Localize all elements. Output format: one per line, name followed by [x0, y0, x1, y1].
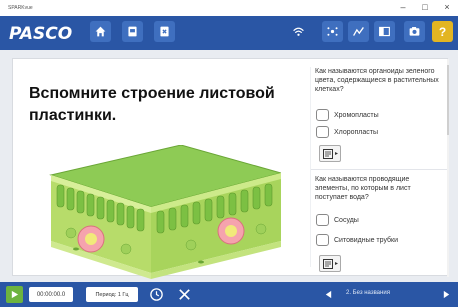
sensor-icon: [327, 27, 338, 36]
tools-button[interactable]: [348, 21, 369, 42]
tools-settings-button[interactable]: [177, 287, 192, 302]
scrollbar-thumb[interactable]: [447, 65, 449, 135]
layout-icon: [379, 26, 390, 37]
journal-icon: [128, 26, 137, 37]
close-button[interactable]: ×: [442, 2, 452, 12]
question-separator: [311, 169, 447, 170]
submit-answer-icon: [322, 148, 333, 159]
minimize-button[interactable]: –: [398, 2, 408, 12]
answer-checkbox[interactable]: [316, 214, 329, 226]
next-page-button[interactable]: [440, 287, 452, 302]
answer-checkbox[interactable]: [316, 109, 329, 121]
option-label: Хромопласты: [334, 111, 379, 119]
question-2-option-1[interactable]: Сосуды: [316, 214, 359, 226]
sample-rate-selector[interactable]: Период: 1 Гц: [86, 287, 138, 302]
camera-button[interactable]: [404, 21, 425, 42]
maximize-button[interactable]: □: [420, 2, 430, 12]
question-1-option-2[interactable]: Хлоропласты: [316, 126, 378, 138]
page-heading: Вспомните строение листовой пластинки.: [29, 85, 275, 124]
page-card: Вспомните строение листовой пластинки. К…: [12, 58, 449, 279]
sensor-button[interactable]: [322, 21, 343, 42]
window-controls: – □ ×: [398, 2, 452, 12]
question-1-option-1[interactable]: Хромопласты: [316, 109, 379, 121]
previous-page-button[interactable]: [322, 287, 334, 302]
start-recording-button[interactable]: [6, 286, 23, 303]
help-button[interactable]: ?: [432, 21, 453, 42]
question-2-text: Как называются проводящие элементы, по к…: [315, 176, 411, 201]
window-title: SPARKvue: [8, 5, 33, 11]
tools-icon: [353, 27, 364, 36]
journal-button[interactable]: [122, 21, 143, 42]
question-1-text: Как называются органоиды зеленого цвета,…: [315, 68, 439, 93]
option-label: Хлоропласты: [334, 128, 379, 136]
wireless-button[interactable]: [288, 21, 309, 42]
recording-settings-button[interactable]: [149, 287, 164, 302]
answer-checkbox[interactable]: [316, 234, 329, 246]
option-label: Сосуды: [334, 216, 359, 224]
submit-answer-icon: [322, 258, 333, 269]
workspace: Вспомните строение листовой пластинки. К…: [0, 50, 458, 282]
play-icon: [11, 290, 19, 299]
help-icon: ?: [438, 24, 447, 39]
home-icon: [95, 26, 106, 37]
column-divider: [310, 67, 311, 267]
option-label: Ситовидные трубки: [334, 236, 399, 244]
dropdown-arrow-icon: ▸: [334, 151, 338, 157]
clock-icon: [150, 288, 163, 301]
export-button[interactable]: [154, 21, 175, 42]
elapsed-time-display: 00:00:00.0: [29, 287, 73, 302]
layout-button[interactable]: [374, 21, 395, 42]
export-icon: [160, 26, 169, 37]
question-1-submit-button[interactable]: ▸: [319, 145, 341, 162]
title-bar: SPARKvue – □ ×: [0, 0, 458, 16]
wifi-icon: [293, 27, 304, 36]
answer-checkbox[interactable]: [316, 126, 329, 138]
question-2-submit-button[interactable]: ▸: [319, 255, 341, 272]
arrow-right-icon: [443, 290, 449, 299]
arrow-left-icon: [325, 290, 331, 299]
question-2-option-2[interactable]: Ситовидные трубки: [316, 234, 398, 246]
home-button[interactable]: [90, 21, 111, 42]
bottom-bar: 00:00:00.0 Период: 1 Гц 2. Без названия: [0, 282, 458, 307]
page-name-label[interactable]: 2. Без названия: [346, 290, 390, 296]
dropdown-arrow-icon: ▸: [334, 261, 338, 267]
wrench-icon: [179, 289, 190, 300]
leaf-cross-section-image: [49, 145, 281, 279]
pasco-logo: PASCO: [9, 24, 73, 44]
main-toolbar: PASCO ?: [0, 16, 458, 50]
camera-icon: [409, 27, 420, 36]
